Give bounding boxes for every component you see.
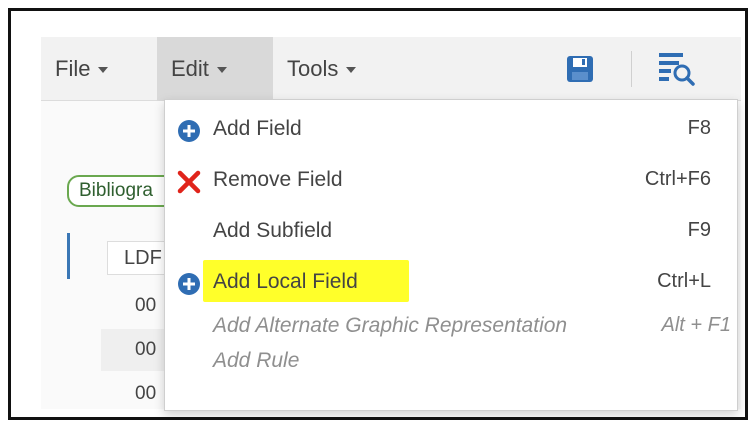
menu-item-shortcut: F9 bbox=[687, 219, 711, 241]
edit-dropdown-menu: Add Field F8 Remove Field Ctrl+F6 Add Su… bbox=[164, 99, 738, 411]
menu-edit[interactable]: Edit bbox=[157, 37, 273, 101]
menu-item-label: Add Local Field bbox=[213, 270, 358, 293]
field-tag: 00 bbox=[135, 295, 157, 316]
search-records-icon[interactable] bbox=[657, 51, 697, 87]
field-tag: 00 bbox=[135, 383, 157, 404]
menu-item-add-field[interactable]: Add Field F8 bbox=[165, 106, 739, 156]
menu-edit-label: Edit bbox=[171, 56, 209, 81]
chevron-down-icon bbox=[98, 67, 109, 74]
menu-item-add-rule[interactable]: Add Rule bbox=[165, 338, 739, 388]
menu-item-shortcut: Alt + F1 bbox=[661, 314, 731, 336]
menu-item-add-local-field[interactable]: Add Local Field Ctrl+L bbox=[165, 259, 739, 309]
menu-item-shortcut: F8 bbox=[687, 117, 711, 139]
plus-circle-icon bbox=[177, 119, 201, 143]
menu-tools-label: Tools bbox=[287, 56, 339, 81]
ldr-tag-label: LDF bbox=[124, 247, 162, 269]
menu-item-shortcut: Ctrl+L bbox=[657, 270, 711, 292]
toolbar-divider bbox=[631, 51, 632, 87]
save-icon[interactable] bbox=[565, 54, 595, 84]
chevron-down-icon bbox=[216, 67, 227, 74]
menu-item-label: Remove Field bbox=[213, 168, 343, 191]
bibliographic-badge[interactable]: Bibliogra bbox=[67, 175, 177, 207]
menu-file[interactable]: File bbox=[41, 37, 157, 101]
screenshot-frame: File Edit Tools Bibliogra LDF 00 00 00 A… bbox=[8, 8, 748, 420]
menu-item-label: Add Alternate Graphic Representation bbox=[213, 314, 568, 337]
menu-item-remove-field[interactable]: Remove Field Ctrl+F6 bbox=[165, 157, 739, 207]
plus-circle-icon bbox=[177, 272, 201, 296]
menu-item-label: Add Subfield bbox=[213, 219, 333, 242]
field-tag: 00 bbox=[135, 339, 157, 360]
menu-item-add-subfield[interactable]: Add Subfield F9 bbox=[165, 208, 739, 258]
menu-item-label: Add Field bbox=[213, 117, 302, 140]
x-icon bbox=[177, 170, 201, 194]
menu-file-label: File bbox=[55, 56, 91, 81]
menubar: File Edit Tools bbox=[41, 37, 741, 101]
menu-item-shortcut: Ctrl+F6 bbox=[644, 168, 711, 190]
field-selection-bar bbox=[67, 233, 70, 279]
menu-item-label: Add Rule bbox=[213, 349, 300, 372]
bibliographic-badge-label: Bibliogra bbox=[79, 180, 153, 201]
chevron-down-icon bbox=[346, 67, 357, 74]
menu-tools[interactable]: Tools bbox=[273, 37, 393, 101]
